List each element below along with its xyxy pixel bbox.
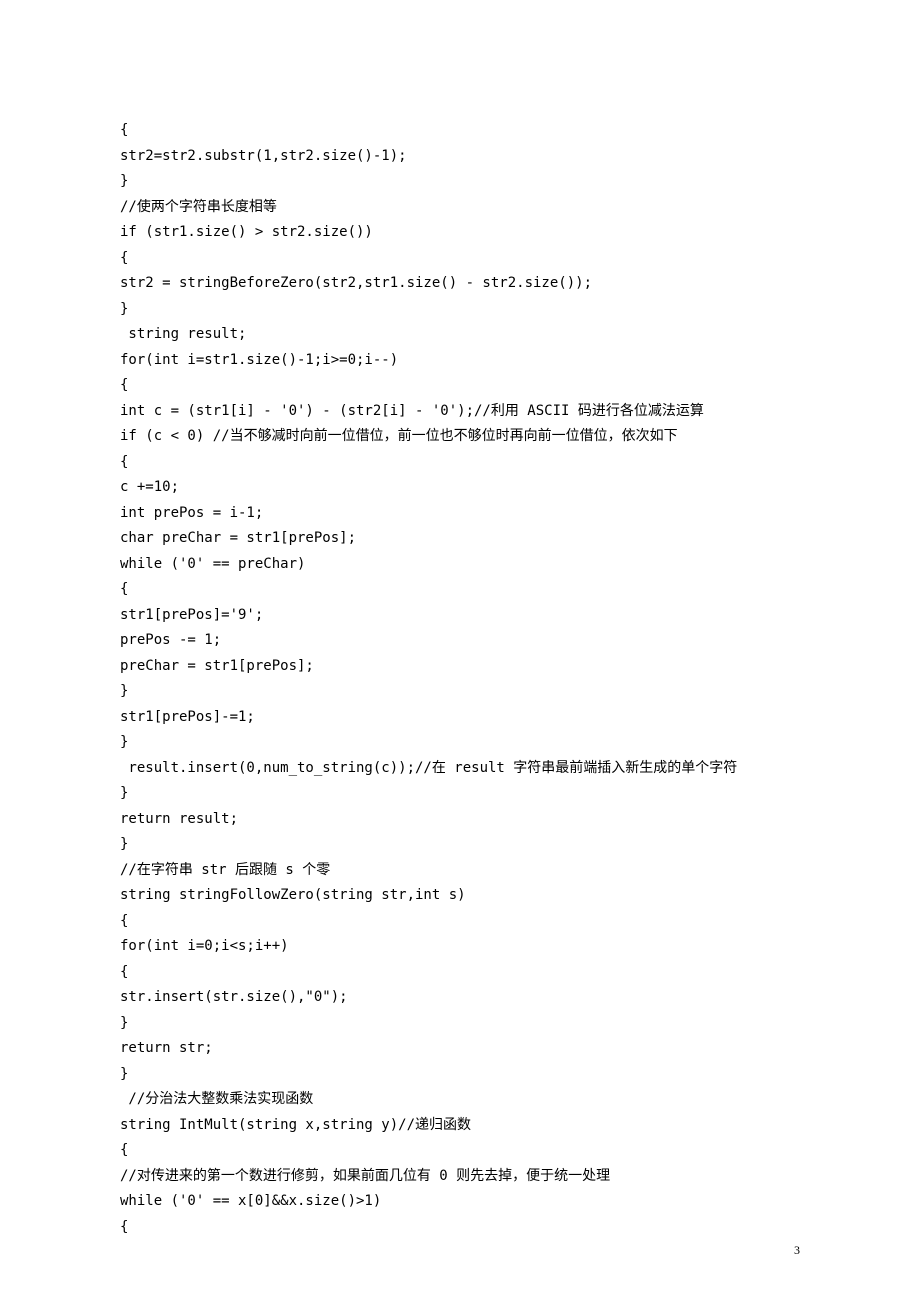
code-line: str.insert(str.size(),"0");: [120, 985, 800, 1011]
code-line: string stringFollowZero(string str,int s…: [120, 883, 800, 909]
code-line: }: [120, 730, 800, 756]
code-line: }: [120, 1011, 800, 1037]
code-line: {: [120, 1215, 800, 1241]
code-line: }: [120, 832, 800, 858]
code-line: str1[prePos]-=1;: [120, 705, 800, 731]
code-line: {: [120, 246, 800, 272]
code-line: int c = (str1[i] - '0') - (str2[i] - '0'…: [120, 399, 800, 425]
code-block: {str2=str2.substr(1,str2.size()-1);}//使两…: [120, 118, 800, 1240]
code-line: preChar = str1[prePos];: [120, 654, 800, 680]
code-line: }: [120, 781, 800, 807]
code-line: prePos -= 1;: [120, 628, 800, 654]
code-line: {: [120, 118, 800, 144]
code-line: string result;: [120, 322, 800, 348]
code-line: //在字符串 str 后跟随 s 个零: [120, 858, 800, 884]
code-line: for(int i=str1.size()-1;i>=0;i--): [120, 348, 800, 374]
code-line: {: [120, 450, 800, 476]
code-line: {: [120, 373, 800, 399]
document-page: {str2=str2.substr(1,str2.size()-1);}//使两…: [0, 0, 920, 1240]
code-line: if (c < 0) //当不够减时向前一位借位，前一位也不够位时再向前一位借位…: [120, 424, 800, 450]
code-line: result.insert(0,num_to_string(c));//在 re…: [120, 756, 800, 782]
code-line: {: [120, 960, 800, 986]
code-line: while ('0' == x[0]&&x.size()>1): [120, 1189, 800, 1215]
code-line: c +=10;: [120, 475, 800, 501]
code-line: //对传进来的第一个数进行修剪，如果前面几位有 0 则先去掉，便于统一处理: [120, 1164, 800, 1190]
code-line: int prePos = i-1;: [120, 501, 800, 527]
code-line: str2 = stringBeforeZero(str2,str1.size()…: [120, 271, 800, 297]
code-line: }: [120, 169, 800, 195]
code-line: {: [120, 577, 800, 603]
code-line: {: [120, 1138, 800, 1164]
code-line: while ('0' == preChar): [120, 552, 800, 578]
code-line: }: [120, 297, 800, 323]
code-line: return result;: [120, 807, 800, 833]
code-line: string IntMult(string x,string y)//递归函数: [120, 1113, 800, 1139]
code-line: }: [120, 1062, 800, 1088]
code-line: //使两个字符串长度相等: [120, 195, 800, 221]
code-line: char preChar = str1[prePos];: [120, 526, 800, 552]
code-line: for(int i=0;i<s;i++): [120, 934, 800, 960]
code-line: {: [120, 909, 800, 935]
code-line: //分治法大整数乘法实现函数: [120, 1087, 800, 1113]
code-line: }: [120, 679, 800, 705]
page-number: 3: [794, 1243, 800, 1258]
code-line: str1[prePos]='9';: [120, 603, 800, 629]
code-line: return str;: [120, 1036, 800, 1062]
code-line: str2=str2.substr(1,str2.size()-1);: [120, 144, 800, 170]
code-line: if (str1.size() > str2.size()): [120, 220, 800, 246]
